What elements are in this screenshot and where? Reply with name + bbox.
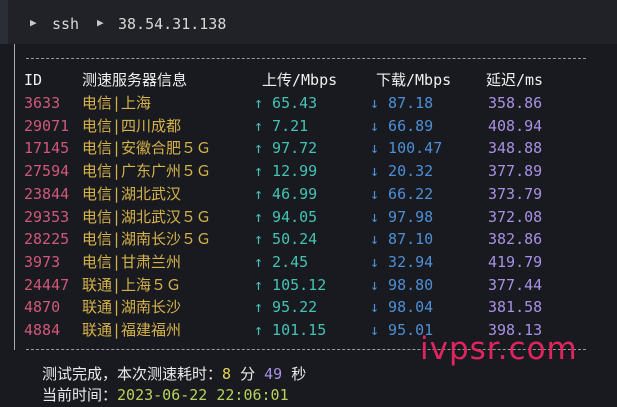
summary-second-unit: 秒 [291,365,307,383]
cell-down: ↓ 32.94 [370,252,434,271]
summary-line: 测试完成，本次测速耗时：8 分 49 秒 [42,364,306,384]
cell-up: ↑ 97.72 [254,139,318,158]
cell-id: 29071 [24,116,70,135]
cell-id: 28225 [24,230,70,249]
cell-down: ↓ 100.47 [370,139,443,158]
summary-minute-unit: 分 [240,365,256,383]
cell-down: ↓ 20.32 [370,162,434,181]
cell-name: 电信|上海 [82,94,152,112]
cell-lat: 381.58 [488,298,543,317]
cell-up: ↑ 105.12 [254,275,327,294]
cell-up: ↑ 46.99 [254,184,318,203]
cell-lat: 419.79 [488,252,543,271]
time-value: 2023-06-22 22:06:01 [117,386,289,404]
terminal-gutter-line [14,44,15,350]
summary-prefix: 测试完成，本次测速耗时： [42,365,223,383]
cell-down: ↓ 87.18 [370,94,434,112]
cell-lat: 377.89 [488,162,543,181]
cell-lat: 348.88 [488,139,543,158]
cell-lat: 373.79 [488,184,543,203]
cell-id: 4870 [24,298,61,317]
cell-id: 3633 [24,94,61,112]
cell-lat: 372.08 [488,207,543,226]
cell-name: 电信|湖南长沙５Ｇ [82,230,212,249]
cell-name: 电信|安徽合肥５Ｇ [82,139,212,158]
chevron-right-icon: ▶ [30,16,37,29]
time-line: 当前时间：2023-06-22 22:06:01 [42,385,289,405]
cell-up: ↑ 7.21 [254,116,309,135]
cell-down: ↓ 97.98 [370,207,434,226]
header-server: 测速服务器信息 [82,71,188,89]
time-prefix: 当前时间： [42,386,118,404]
cell-id: 4884 [24,321,61,339]
cell-up: ↑ 12.99 [254,162,318,181]
cell-name: 电信|甘肃兰州 [82,252,182,271]
cell-name: 电信|湖北武汉 [82,184,182,203]
chevron-right-icon: ▶ [97,16,104,29]
cell-id: 3973 [24,252,61,271]
cell-down: ↓ 66.89 [370,116,434,135]
cell-name: 电信|广东广州５Ｇ [82,162,212,181]
cell-up: ↑ 50.24 [254,230,318,249]
terminal-tab-bar: ▶ ssh ▶ 38.54.31.138 [0,0,617,44]
cell-down: ↓ 98.04 [370,298,434,317]
header-latency: 延迟/ms [486,71,544,89]
cell-down: ↓ 66.22 [370,184,434,203]
cell-name: 电信|湖北武汉５Ｇ [82,207,212,226]
watermark: ivpsr.com [420,331,578,367]
cell-id: 23844 [24,184,70,203]
sidebar-edge [0,0,8,44]
cell-down: ↓ 87.10 [370,230,434,249]
cell-name: 联通|湖南长沙 [82,298,182,317]
summary-seconds: 49 [264,365,283,383]
cell-down: ↓ 98.80 [370,275,434,294]
cell-id: 29353 [24,207,70,226]
cell-lat: 377.44 [488,275,543,294]
cell-lat: 408.94 [488,116,543,135]
cell-up: ↑ 65.43 [254,94,318,112]
cell-up: ↑ 95.22 [254,298,318,317]
cell-up: ↑ 94.05 [254,207,318,226]
cell-id: 27594 [24,162,70,181]
cell-lat: 358.86 [488,94,543,112]
cell-name: 联通|福建福州 [82,321,182,339]
cell-id: 24447 [24,275,70,294]
header-download: 下载/Mbps [376,71,452,89]
breadcrumb-host[interactable]: 38.54.31.138 [118,15,226,33]
cell-lat: 382.86 [488,230,543,249]
breadcrumb-ssh[interactable]: ssh [52,15,79,33]
header-id: ID [24,71,43,89]
summary-minutes: 8 [222,365,232,383]
cell-name: 电信|四川成都 [82,116,182,135]
cell-name: 联通|上海５Ｇ [82,275,182,294]
cell-id: 17145 [24,139,70,158]
top-separator [26,58,586,59]
header-upload: 上传/Mbps [262,71,338,89]
cell-up: ↑ 2.45 [254,252,309,271]
cell-up: ↑ 101.15 [254,321,327,339]
